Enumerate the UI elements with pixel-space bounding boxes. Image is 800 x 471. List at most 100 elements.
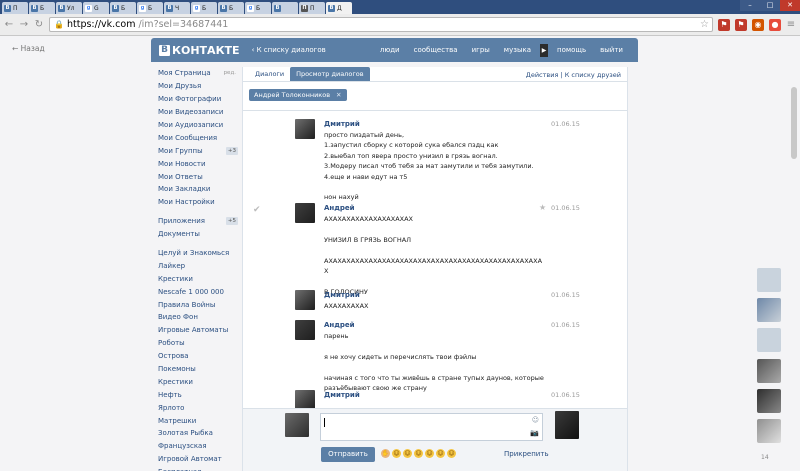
sidebar-app-link[interactable]: Правила Войны — [158, 298, 240, 311]
nav-music[interactable]: музыка — [497, 46, 538, 54]
smile-emoji-icon[interactable]: ☺ — [392, 449, 401, 458]
sidebar-item[interactable]: Мои Видеозаписи — [158, 106, 240, 119]
avatar[interactable] — [295, 320, 315, 340]
back-arrow-icon[interactable]: ← — [4, 19, 14, 30]
smile-emoji-icon[interactable]: ☺ — [403, 449, 412, 458]
message-author[interactable]: Дмитрий — [324, 391, 360, 399]
smile-emoji-icon[interactable]: ☺ — [447, 449, 456, 458]
browser-tab[interactable]: ВП — [2, 2, 28, 14]
sidebar-item[interactable]: Мои Ответы — [158, 170, 240, 183]
close-window-button[interactable]: ✕ — [780, 0, 800, 11]
chat-avatar[interactable] — [757, 389, 781, 413]
sidebar-app-link[interactable]: Острова — [158, 350, 240, 363]
forward-arrow-icon[interactable]: → — [19, 19, 29, 30]
browser-tab[interactable]: ВБ — [29, 2, 55, 14]
tab-dialogs[interactable]: Диалоги — [249, 67, 290, 81]
browser-tab[interactable]: gБ — [245, 2, 271, 14]
sidebar-app-link[interactable]: Французская — [158, 440, 240, 453]
avatar[interactable] — [295, 119, 315, 139]
browser-tab[interactable]: ВБ — [110, 2, 136, 14]
sidebar-app-link[interactable]: Игровые Автоматы — [158, 324, 240, 337]
smile-emoji-icon[interactable]: ☺ — [414, 449, 423, 458]
extension-flag-icon[interactable]: ⚑ — [718, 18, 730, 31]
sidebar-app-link[interactable]: Золотая Рыбка — [158, 427, 240, 440]
browser-tab[interactable]: В — [272, 2, 298, 14]
avatar[interactable] — [295, 203, 315, 223]
message-author[interactable]: Дмитрий — [324, 120, 360, 128]
browser-tab[interactable]: В Ул — [56, 2, 82, 14]
sidebar-app-link[interactable]: Покемоны — [158, 363, 240, 376]
sidebar-item[interactable]: Документы — [158, 228, 240, 241]
sidebar-item[interactable]: Мои Группы +3 — [158, 144, 240, 157]
chat-avatar[interactable] — [757, 419, 781, 443]
sidebar-item[interactable]: Мои Новости — [158, 157, 240, 170]
tab-view-dialogs[interactable]: Просмотр диалогов — [290, 67, 370, 81]
sidebar-app-link[interactable]: Нефть — [158, 388, 240, 401]
play-icon[interactable]: ▶ — [540, 43, 548, 57]
back-to-dialogs-link[interactable]: ‹ К списку диалогов — [252, 46, 326, 54]
camera-icon[interactable]: 📷 — [530, 429, 539, 437]
nav-help[interactable]: помощь — [550, 46, 593, 54]
sidebar-app-link[interactable]: Крестики — [158, 375, 240, 388]
chat-avatar[interactable] — [757, 328, 781, 352]
browser-tab[interactable]: ВЧ — [164, 2, 190, 14]
sidebar-app-link[interactable]: Видео Фон — [158, 311, 240, 324]
sidebar-app-link[interactable]: Бесплатная — [158, 466, 240, 471]
vk-logo[interactable]: В КОНТАКТЕ — [159, 44, 240, 57]
emoji-icon[interactable]: ☺ — [532, 416, 539, 424]
bookmark-star-icon[interactable]: ☆ — [700, 19, 712, 30]
sidebar-app-link[interactable]: Nescafe 1 000 000 — [158, 285, 240, 298]
recipient-chip[interactable]: Андрей Толоконников ✕ — [249, 89, 347, 101]
sidebar-app-link[interactable]: Роботы — [158, 337, 240, 350]
sidebar-app-link[interactable]: Лайкер — [158, 259, 240, 272]
url-field[interactable]: 🔒 https://vk.com/im?sel=34687441 ☆ — [49, 17, 713, 32]
sidebar-app-link[interactable]: Целуй и Знакомься — [158, 247, 240, 260]
avatar[interactable] — [295, 390, 315, 408]
browser-tab[interactable]: gБ — [137, 2, 163, 14]
close-icon[interactable]: ✕ — [336, 91, 341, 99]
nav-people[interactable]: люди — [373, 46, 407, 54]
minimize-button[interactable]: – — [740, 0, 760, 11]
attach-link[interactable]: Прикрепить — [504, 450, 549, 458]
send-button[interactable]: Отправить — [321, 447, 375, 462]
sidebar-item[interactable]: Мои Настройки — [158, 196, 240, 209]
sidebar-item[interactable]: Мои Закладки — [158, 183, 240, 196]
checkmark-icon[interactable]: ✔ — [253, 205, 261, 215]
nav-logout[interactable]: выйти — [593, 46, 630, 54]
sidebar-item[interactable]: Мои Фотографии — [158, 93, 240, 106]
browser-tab[interactable]: ВБ — [218, 2, 244, 14]
message-author[interactable]: Дмитрий — [324, 291, 360, 299]
browser-tab[interactable]: ПП — [299, 2, 325, 14]
edit-link[interactable]: ред. — [224, 70, 236, 76]
back-link[interactable]: ← Назад — [12, 44, 45, 53]
chat-avatar[interactable] — [757, 268, 781, 292]
extension-flag-icon[interactable]: ⚑ — [735, 18, 747, 31]
reload-icon[interactable]: ↻ — [34, 19, 44, 30]
sidebar-item[interactable]: Мои Друзья — [158, 80, 240, 93]
avatar[interactable] — [295, 290, 315, 310]
favorite-star-icon[interactable]: ★ — [539, 203, 546, 212]
chat-avatar[interactable] — [757, 359, 781, 383]
sidebar-item[interactable]: Моя Страница ред. — [158, 67, 240, 80]
hand-emoji-icon[interactable]: ✋ — [381, 449, 390, 458]
browser-tab[interactable]: gG — [83, 2, 109, 14]
sidebar-item[interactable]: Приложения +5 — [158, 215, 240, 228]
message-author[interactable]: Андрей — [324, 321, 355, 329]
sidebar-app-link[interactable]: Крестики — [158, 272, 240, 285]
smile-emoji-icon[interactable]: ☺ — [425, 449, 434, 458]
sidebar-app-link[interactable]: Ярлото — [158, 401, 240, 414]
nav-communities[interactable]: сообщества — [407, 46, 465, 54]
chat-avatar[interactable] — [757, 298, 781, 322]
browser-tab[interactable]: gБ — [191, 2, 217, 14]
sidebar-app-link[interactable]: Матрешки — [158, 414, 240, 427]
maximize-button[interactable]: □ — [760, 0, 780, 11]
sidebar-item[interactable]: Мои Аудиозаписи — [158, 119, 240, 132]
smile-emoji-icon[interactable]: ☺ — [436, 449, 445, 458]
page-scrollbar[interactable] — [791, 87, 797, 159]
actions-links[interactable]: Действия | К списку друзей — [526, 71, 621, 79]
browser-tab[interactable]: ВД — [326, 2, 352, 14]
nav-games[interactable]: игры — [465, 46, 497, 54]
extension-icon[interactable]: ◉ — [752, 18, 764, 31]
sidebar-app-link[interactable]: Игровой Автомат — [158, 453, 240, 466]
sidebar-item[interactable]: Мои Сообщения — [158, 131, 240, 144]
